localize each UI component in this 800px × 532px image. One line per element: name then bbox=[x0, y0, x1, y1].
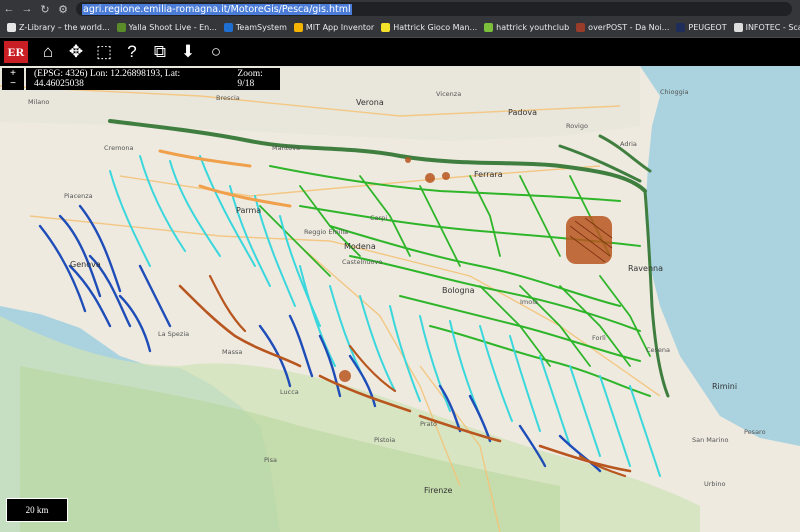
place-label: Cesena bbox=[646, 346, 671, 354]
zoom-level-text: Zoom: 9/18 bbox=[237, 69, 263, 89]
place-label: Genova bbox=[70, 260, 101, 269]
browser-address-bar: ← → ↻ ⚙ agri.regione.emilia-romagna.it/M… bbox=[0, 0, 800, 18]
zoom-out-button[interactable]: − bbox=[10, 79, 16, 89]
back-icon[interactable]: ← bbox=[0, 0, 18, 18]
place-label: Rovigo bbox=[566, 122, 588, 130]
bookmark-label: hattrick youthclub bbox=[496, 23, 570, 32]
bookmark-label: MIT App Inventor bbox=[305, 23, 375, 32]
place-label: La Spezia bbox=[158, 330, 190, 338]
place-label: Bologna bbox=[442, 286, 475, 295]
place-label: Ferrara bbox=[474, 170, 503, 179]
scale-label: 20 km bbox=[25, 505, 49, 515]
bookmark-label: Yalla Shoot Live - En... bbox=[128, 23, 217, 32]
place-label: Modena bbox=[344, 242, 376, 251]
bookmark-label: Z-Library – the world... bbox=[19, 23, 110, 32]
place-label: Adria bbox=[620, 140, 637, 148]
map-canvas[interactable]: Milano Brescia Verona Vicenza Padova Cremona M… bbox=[0, 66, 800, 532]
bookmark-favicon-icon bbox=[223, 23, 233, 32]
place-label: Parma bbox=[236, 206, 262, 215]
place-label: Firenze bbox=[424, 486, 453, 495]
bookmark-item[interactable]: INFOTEC - Scatola d... bbox=[733, 23, 800, 32]
place-label: Prato bbox=[420, 420, 437, 428]
bookmarks-bar: Z-Library – the world... Yalla Shoot Live… bbox=[0, 18, 800, 38]
bookmark-favicon-icon bbox=[676, 23, 686, 32]
place-label: Cremona bbox=[104, 144, 134, 152]
download-icon[interactable]: ⬇ bbox=[174, 39, 202, 65]
region-logo: ER bbox=[4, 41, 28, 63]
bookmark-favicon-icon bbox=[484, 23, 494, 32]
place-label: San Marino bbox=[692, 436, 729, 444]
bookmark-label: INFOTEC - Scatola d... bbox=[745, 23, 800, 32]
home-icon[interactable]: ⌂ bbox=[34, 39, 62, 65]
bookmark-item[interactable]: MIT App Inventor bbox=[293, 23, 375, 32]
place-label: Verona bbox=[356, 98, 384, 107]
map-toolbar: ER ⌂ ✥ ⬚? ⧉ ⬇ ○ bbox=[0, 38, 800, 66]
site-info-icon[interactable]: ⚙ bbox=[54, 0, 72, 18]
place-label: Piacenza bbox=[64, 192, 93, 200]
place-label: Forlì bbox=[592, 334, 606, 342]
place-label: Mantova bbox=[272, 144, 301, 152]
place-label: Padova bbox=[508, 108, 537, 117]
bookmark-favicon-icon bbox=[733, 23, 743, 32]
bookmark-favicon-icon bbox=[381, 23, 391, 32]
pan-icon[interactable]: ✥ bbox=[62, 39, 90, 65]
reload-icon[interactable]: ↻ bbox=[36, 0, 54, 18]
bookmark-label: PEUGEOT bbox=[688, 23, 727, 32]
place-label: Milano bbox=[28, 98, 50, 106]
bookmark-label: overPOST - Da Noi... bbox=[588, 23, 670, 32]
place-label: Brescia bbox=[216, 94, 240, 102]
coordinates-text: (EPSG: 4326) Lon: 12.26898193, Lat: 44.4… bbox=[34, 69, 181, 89]
bookmark-favicon-icon bbox=[116, 23, 126, 32]
bookmark-favicon-icon bbox=[576, 23, 586, 32]
place-label: Urbino bbox=[704, 480, 726, 488]
bookmark-favicon-icon bbox=[293, 23, 303, 32]
bookmark-favicon-icon bbox=[7, 23, 16, 32]
zoom-controls: + − bbox=[2, 68, 24, 90]
bookmark-item[interactable]: hattrick youthclub bbox=[484, 23, 569, 32]
bookmark-item[interactable]: PEUGEOT bbox=[676, 23, 727, 32]
layers-icon[interactable]: ⧉ bbox=[146, 39, 174, 65]
place-label: Massa bbox=[222, 348, 243, 356]
url-input[interactable]: agri.regione.emilia-romagna.it/MotoreGis… bbox=[76, 2, 792, 16]
bookmark-item[interactable]: Yalla Shoot Live - En... bbox=[116, 23, 217, 32]
scale-bar: 20 km bbox=[6, 498, 68, 522]
bookmark-item[interactable]: Hattrick Gioco Man... bbox=[381, 23, 477, 32]
bookmark-label: TeamSystem bbox=[235, 23, 287, 32]
place-label: Vicenza bbox=[436, 90, 462, 98]
url-text: agri.regione.emilia-romagna.it/MotoreGis… bbox=[82, 3, 352, 15]
place-label: Reggio Emilia bbox=[304, 228, 349, 236]
place-label: Imola bbox=[520, 298, 539, 306]
bookmark-item[interactable]: Z-Library – the world... bbox=[7, 23, 110, 32]
place-label: Chioggia bbox=[660, 88, 689, 96]
bookmark-item[interactable]: TeamSystem bbox=[223, 23, 287, 32]
place-label: Rimini bbox=[712, 382, 738, 391]
bookmark-item[interactable]: overPOST - Da Noi... bbox=[576, 23, 669, 32]
circle-icon[interactable]: ○ bbox=[202, 39, 230, 65]
place-label: Castelnuovo bbox=[342, 258, 383, 266]
place-label: Carpi bbox=[370, 214, 388, 222]
place-label: Pistoia bbox=[374, 436, 396, 444]
zoom-box-icon[interactable]: ⬚ bbox=[90, 39, 118, 65]
help-icon[interactable]: ? bbox=[118, 39, 146, 65]
place-label: Pisa bbox=[264, 456, 277, 464]
coordinates-display: (EPSG: 4326) Lon: 12.26898193, Lat: 44.4… bbox=[26, 68, 280, 90]
forward-icon[interactable]: → bbox=[18, 0, 36, 18]
bookmark-label: Hattrick Gioco Man... bbox=[393, 23, 478, 32]
place-label: Lucca bbox=[280, 388, 299, 396]
place-label: Ravenna bbox=[628, 264, 663, 273]
place-label: Pesaro bbox=[744, 428, 766, 436]
map-svg bbox=[0, 66, 800, 532]
